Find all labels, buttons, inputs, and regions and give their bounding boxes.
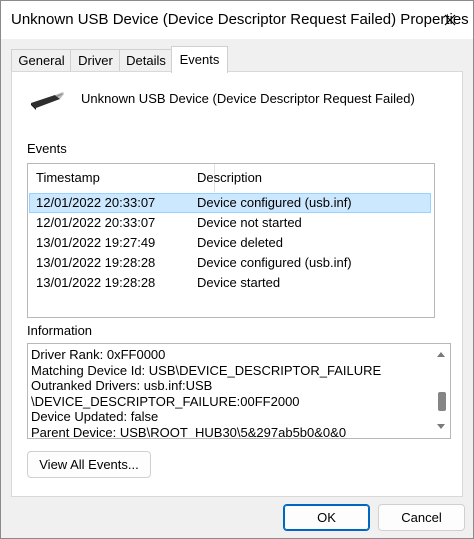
close-icon xyxy=(444,14,456,26)
view-all-events-label: View All Events... xyxy=(39,457,139,472)
event-timestamp: 12/01/2022 20:33:07 xyxy=(36,195,156,210)
tab-events[interactable]: Events xyxy=(171,46,228,73)
usb-connector-icon xyxy=(31,92,64,110)
event-row[interactable]: 12/01/2022 20:33:07 Device not started xyxy=(30,214,430,232)
list-header: Timestamp Description xyxy=(28,164,434,192)
info-line: Driver Rank: 0xFF0000 xyxy=(31,347,166,362)
event-timestamp: 13/01/2022 19:28:28 xyxy=(36,255,156,270)
information-textbox[interactable]: Driver Rank: 0xFF0000 Matching Device Id… xyxy=(27,343,451,439)
events-list[interactable]: Timestamp Description 12/01/2022 20:33:0… xyxy=(27,163,435,318)
event-description: Device not started xyxy=(197,215,302,230)
tab-details[interactable]: Details xyxy=(119,49,173,72)
view-all-events-button[interactable]: View All Events... xyxy=(27,451,151,478)
column-header-timestamp[interactable]: Timestamp xyxy=(36,170,100,185)
tab-general[interactable]: General xyxy=(11,49,72,72)
event-description: Device started xyxy=(197,275,281,290)
information-text: Driver Rank: 0xFF0000 Matching Device Id… xyxy=(31,347,427,437)
events-label: Events xyxy=(27,141,67,156)
cancel-button[interactable]: Cancel xyxy=(378,504,465,531)
event-row[interactable]: 13/01/2022 19:28:28 Device configured (u… xyxy=(30,254,430,272)
window-title: Unknown USB Device (Device Descriptor Re… xyxy=(11,11,469,28)
info-line: Outranked Drivers: usb.inf:USB xyxy=(31,378,213,393)
info-line: Device Updated: false xyxy=(31,409,159,424)
vertical-scrollbar[interactable] xyxy=(432,344,450,438)
event-timestamp: 13/01/2022 19:28:28 xyxy=(36,275,156,290)
scroll-up-arrow-icon[interactable] xyxy=(437,352,445,357)
event-timestamp: 12/01/2022 20:33:07 xyxy=(36,215,156,230)
information-label: Information xyxy=(27,323,93,338)
device-name: Unknown USB Device (Device Descriptor Re… xyxy=(81,91,415,106)
event-description: Device configured (usb.inf) xyxy=(197,255,352,270)
event-row[interactable]: 13/01/2022 19:27:49 Device deleted xyxy=(30,234,430,252)
ok-button[interactable]: OK xyxy=(283,504,370,531)
scroll-thumb[interactable] xyxy=(438,392,446,411)
info-line: Parent Device: USB\ROOT_HUB30\5&297ab5b0… xyxy=(31,424,347,438)
scroll-down-arrow-icon[interactable] xyxy=(437,424,445,429)
title-bar: Unknown USB Device (Device Descriptor Re… xyxy=(1,1,473,39)
close-button[interactable] xyxy=(427,1,473,39)
event-description: Device configured (usb.inf) xyxy=(197,195,352,210)
column-header-description[interactable]: Description xyxy=(197,170,262,185)
event-timestamp: 13/01/2022 19:27:49 xyxy=(36,235,156,250)
info-line: Matching Device Id: USB\DEVICE_DESCRIPTO… xyxy=(31,362,382,378)
info-line: \DEVICE_DESCRIPTOR_FAILURE:00FF2000 xyxy=(31,393,300,409)
ok-label: OK xyxy=(317,510,336,525)
event-description: Device deleted xyxy=(197,235,283,250)
cancel-label: Cancel xyxy=(401,510,442,525)
event-row[interactable]: 12/01/2022 20:33:07 Device configured (u… xyxy=(29,193,431,213)
event-row[interactable]: 13/01/2022 19:28:28 Device started xyxy=(30,274,430,292)
properties-dialog: Unknown USB Device (Device Descriptor Re… xyxy=(0,0,474,539)
tab-driver[interactable]: Driver xyxy=(70,49,121,72)
